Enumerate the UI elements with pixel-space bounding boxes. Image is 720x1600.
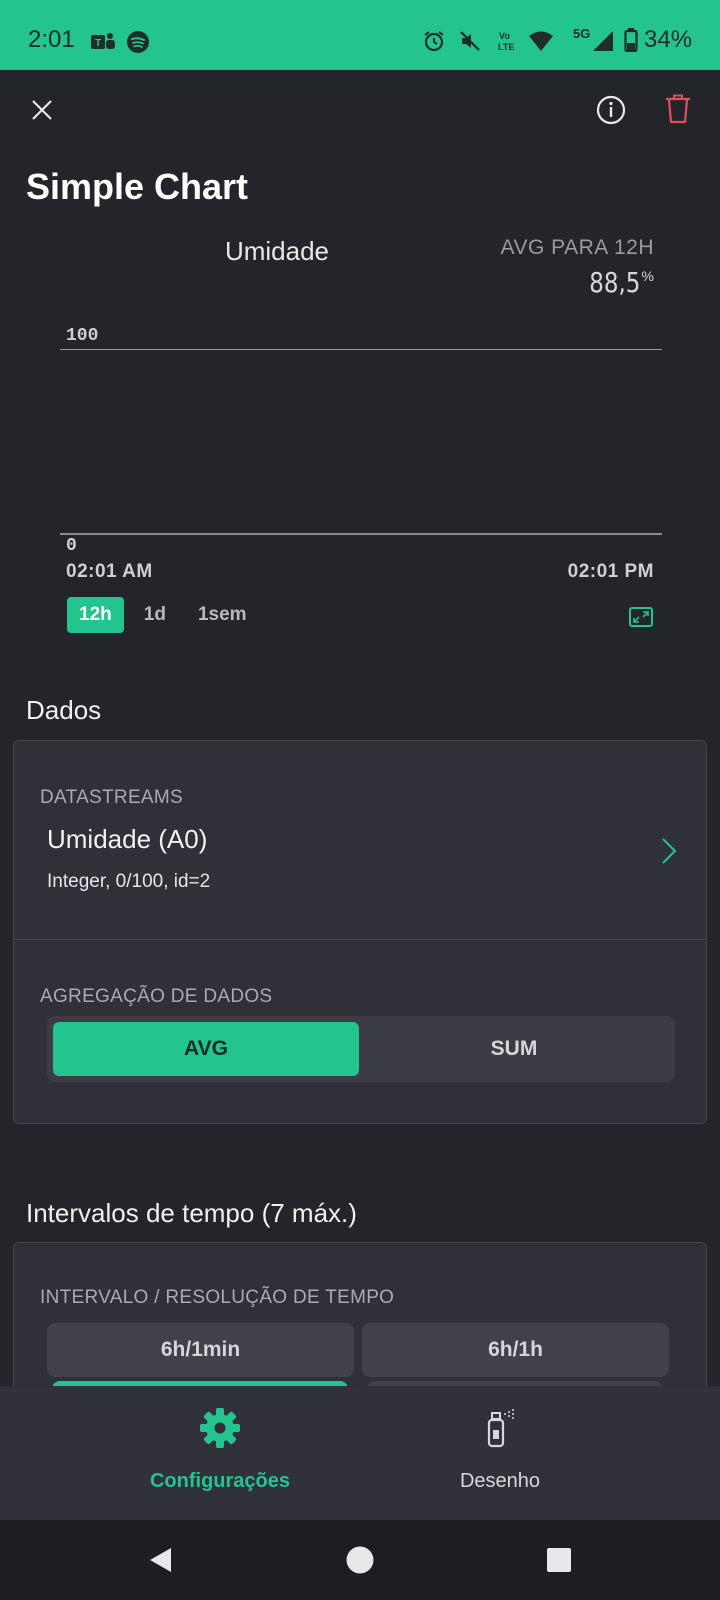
svg-text:Vo: Vo (499, 31, 510, 41)
section-title-dados: Dados (26, 695, 102, 725)
range-tab-1sem[interactable]: 1sem (186, 597, 259, 633)
nav-recents-button[interactable] (546, 1547, 572, 1578)
x-tick-start: 02:01 AM (66, 561, 153, 582)
interval-option-6h-1h[interactable]: 6h/1h (362, 1323, 669, 1377)
battery-percent: 34% (644, 26, 693, 53)
datastream-name: Umidade (A0) (47, 824, 208, 854)
back-triangle-icon (150, 1548, 171, 1572)
y-tick-zero: 0 (66, 536, 77, 556)
section-title-intervals: Intervalos de tempo (7 máx.) (26, 1198, 357, 1228)
page-title: Simple Chart (26, 166, 249, 207)
range-tab-12h[interactable]: 12h (67, 597, 124, 633)
datastream-meta: Integer, 0/100, id=2 (47, 871, 211, 892)
wifi-icon (528, 30, 554, 57)
interval-caption: INTERVALO / RESOLUÇÃO DE TEMPO (40, 1287, 395, 1308)
range-tab-1d[interactable]: 1d (132, 597, 178, 633)
chart-title: Umidade (224, 236, 330, 266)
status-bar: 2:01 T Vo LTE 5G 34% (0, 0, 720, 70)
nav-back-button[interactable] (147, 1546, 175, 1579)
tab-label: Desenho (459, 1470, 541, 1492)
chart-baseline (60, 533, 662, 535)
teams-icon: T (90, 30, 116, 59)
aggregation-sum-button[interactable]: SUM (361, 1022, 667, 1076)
svg-text:LTE: LTE (498, 42, 514, 52)
delete-button[interactable] (665, 94, 691, 129)
avg-value: 88,5 (588, 266, 640, 299)
x-tick-end: 02:01 PM (567, 561, 654, 582)
status-time: 2:01 (28, 26, 75, 53)
datastream-row[interactable]: Umidade (A0) Integer, 0/100, id=2 (14, 741, 706, 939)
volte-icon: Vo LTE (496, 28, 520, 59)
expand-icon (629, 607, 653, 627)
fullscreen-button[interactable] (629, 607, 653, 632)
gridline-max (60, 349, 662, 350)
info-icon (596, 95, 626, 125)
nav-home-button[interactable] (346, 1546, 374, 1579)
aggregation-avg-button[interactable]: AVG (53, 1022, 359, 1076)
network-type: 5G (573, 26, 591, 41)
aggregation-segmented-control: AVG SUM (47, 1016, 675, 1082)
divider (14, 939, 706, 940)
home-circle-icon (346, 1546, 374, 1574)
data-card: DATASTREAMS Umidade (A0) Integer, 0/100,… (13, 740, 707, 1124)
close-icon (32, 100, 52, 120)
signal-icon (592, 30, 614, 57)
avg-label: AVG PARA 12H (500, 236, 654, 259)
aggregation-caption: AGREGAÇÃO DE DADOS (40, 986, 273, 1007)
y-tick-max: 100 (66, 326, 99, 346)
alarm-icon (422, 29, 446, 58)
bottom-tab-bar: Configurações Desenho (0, 1386, 720, 1520)
avg-unit: % (641, 268, 654, 284)
trash-icon (666, 94, 690, 124)
svg-text:T: T (95, 38, 101, 49)
spotify-icon (126, 30, 150, 59)
recents-square-icon (547, 1548, 571, 1572)
spray-paint-icon (320, 1408, 680, 1450)
interval-option-6h-1min[interactable]: 6h/1min (47, 1323, 354, 1377)
system-nav-bar (0, 1520, 720, 1600)
battery-icon (624, 28, 638, 57)
tab-desenho[interactable]: Desenho (320, 1386, 680, 1520)
time-range-tabs: 12h 1d 1sem (67, 597, 267, 633)
chevron-right-icon (661, 837, 677, 870)
close-button[interactable] (30, 98, 54, 127)
info-button[interactable] (596, 95, 626, 130)
mute-icon (458, 29, 482, 58)
